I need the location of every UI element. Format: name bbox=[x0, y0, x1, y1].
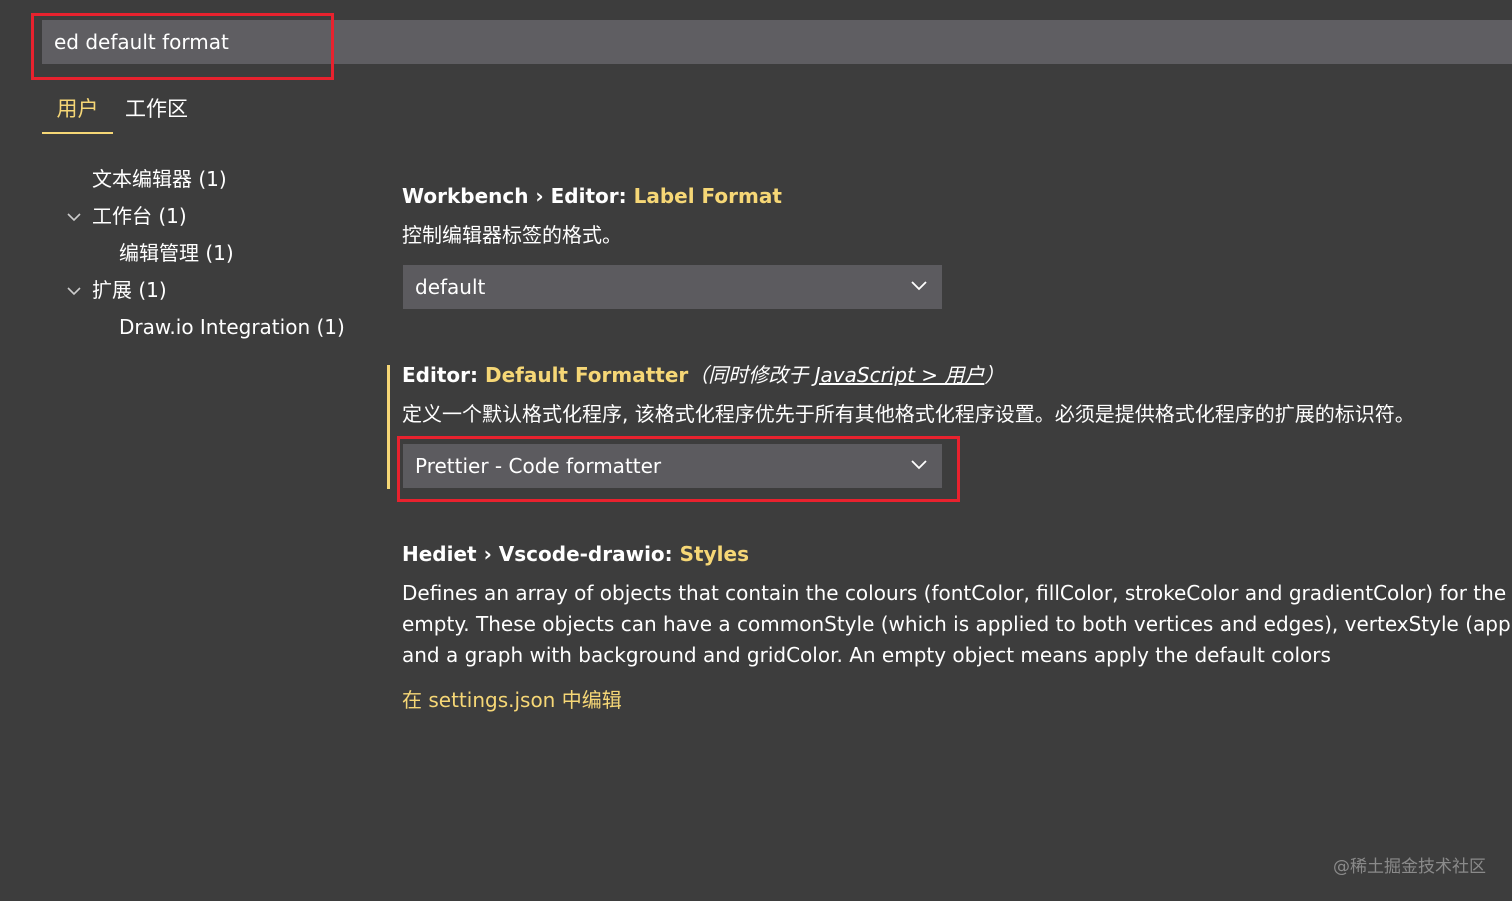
default-formatter-dropdown[interactable]: Prettier - Code formatter bbox=[403, 444, 942, 488]
tree-item-drawio-integration[interactable]: Draw.io Integration (1) bbox=[119, 312, 345, 342]
setting-description: 定义一个默认格式化程序, 该格式化程序优先于所有其他格式化程序设置。必须是提供格… bbox=[402, 402, 1415, 426]
setting-description: 控制编辑器标签的格式。 bbox=[402, 223, 622, 247]
tree-item-extensions[interactable]: 扩展 (1) bbox=[92, 275, 167, 305]
setting-key: Label Format bbox=[633, 184, 782, 208]
dropdown-value: default bbox=[415, 275, 486, 299]
setting-description-line: and a graph with background and gridColo… bbox=[402, 643, 1331, 667]
modified-note: （同时修改于 JavaScript > 用户） bbox=[688, 363, 1004, 387]
modified-note-open: （同时修改于 bbox=[688, 363, 815, 387]
chevron-down-icon bbox=[911, 460, 927, 470]
chevron-down-icon[interactable] bbox=[66, 209, 82, 225]
setting-description-line: Defines an array of objects that contain… bbox=[402, 581, 1512, 605]
watermark: @稀土掘金技术社区 bbox=[1333, 857, 1486, 877]
setting-prefix: Hediet › Vscode-drawio: bbox=[402, 542, 680, 566]
chevron-down-icon[interactable] bbox=[66, 283, 82, 299]
tree-item-text-editor[interactable]: 文本编辑器 (1) bbox=[92, 164, 227, 194]
setting-title-default-formatter: Editor: Default Formatter（同时修改于 JavaScri… bbox=[402, 360, 1004, 390]
search-input[interactable] bbox=[42, 20, 328, 64]
setting-key: Default Formatter bbox=[484, 363, 689, 387]
settings-page: 用户 工作区 文本编辑器 (1) 工作台 (1) 编辑管理 (1) 扩展 (1)… bbox=[0, 0, 1512, 901]
setting-prefix: Editor: bbox=[402, 363, 485, 387]
tab-user[interactable]: 用户 bbox=[42, 92, 113, 134]
setting-title-drawio-styles: Hediet › Vscode-drawio: Styles bbox=[402, 539, 749, 569]
tree-item-workbench[interactable]: 工作台 (1) bbox=[92, 201, 187, 231]
chevron-down-icon bbox=[911, 281, 927, 291]
dropdown-value: Prettier - Code formatter bbox=[415, 454, 662, 478]
setting-prefix: Workbench › Editor: bbox=[402, 184, 634, 208]
tab-workspace[interactable]: 工作区 bbox=[125, 92, 188, 134]
setting-title-label-format: Workbench › Editor: Label Format bbox=[402, 181, 782, 211]
modified-elsewhere-link[interactable]: JavaScript > 用户 bbox=[815, 363, 985, 387]
setting-key: Styles bbox=[679, 542, 749, 566]
label-format-dropdown[interactable]: default bbox=[403, 265, 942, 309]
modified-note-close: ） bbox=[984, 363, 1005, 387]
edit-in-settings-json-link[interactable]: 在 settings.json 中编辑 bbox=[402, 684, 622, 716]
setting-description-line: empty. These objects can have a commonSt… bbox=[402, 612, 1512, 636]
tree-item-editor-management[interactable]: 编辑管理 (1) bbox=[119, 238, 234, 268]
modified-indicator bbox=[387, 365, 390, 489]
